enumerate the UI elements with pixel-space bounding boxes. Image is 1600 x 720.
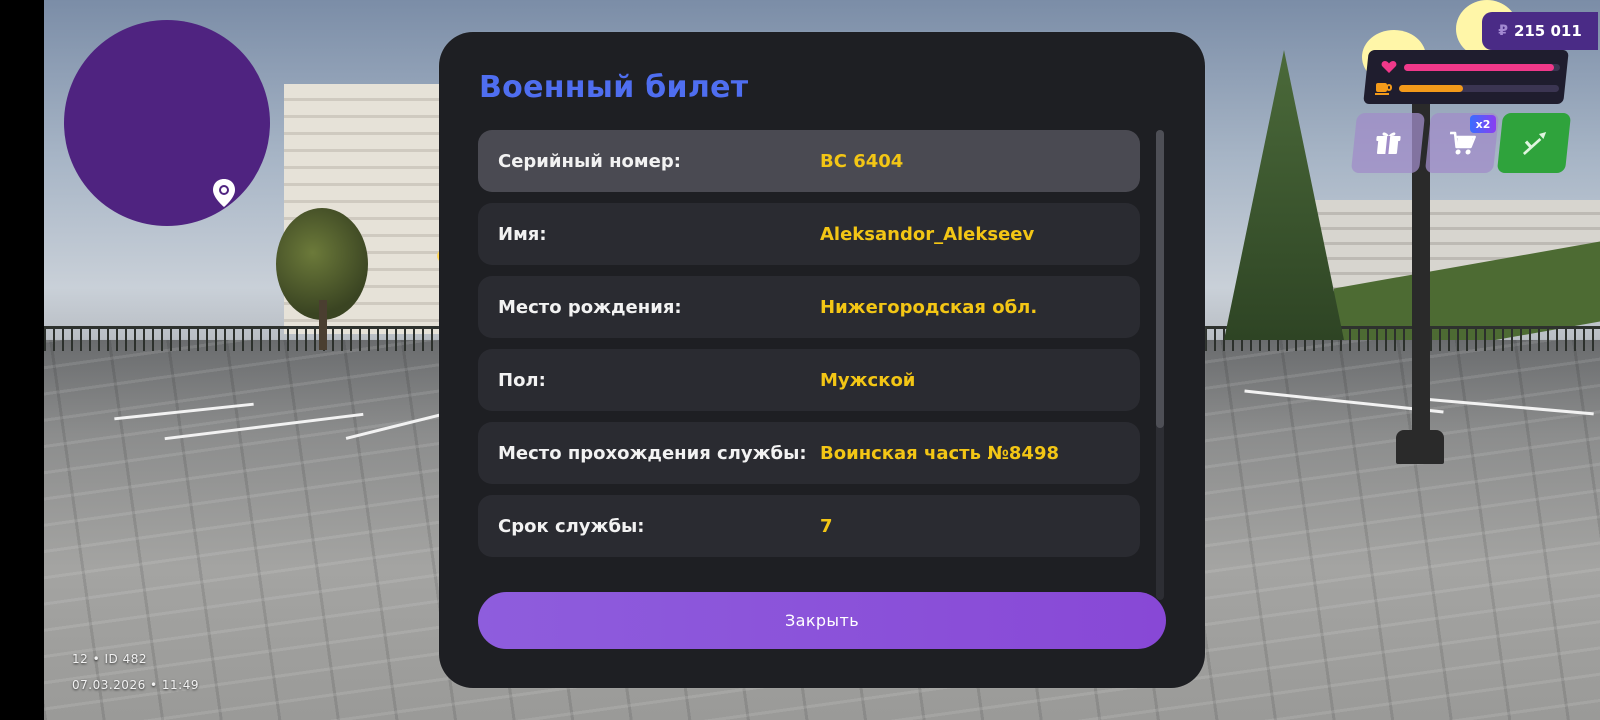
- date-time: 07.03.2026 • 11:49: [72, 678, 199, 692]
- hunger-fill: [1399, 85, 1463, 92]
- stats-panel: [1363, 50, 1569, 104]
- heart-icon: [1381, 61, 1397, 73]
- military-id-dialog: Военный билет Серийный номер: BC 6404 Им…: [439, 32, 1205, 688]
- row-value: Мужской: [820, 369, 916, 391]
- health-bar: [1404, 64, 1560, 71]
- tree-trunk: [319, 300, 327, 350]
- scrollbar-thumb[interactable]: [1156, 130, 1164, 428]
- info-row-service-term: Срок службы: 7: [478, 495, 1140, 557]
- info-row-birthplace: Место рождения: Нижегородская обл.: [478, 276, 1140, 338]
- gift-icon: [1376, 132, 1401, 154]
- row-label: Срок службы:: [498, 515, 645, 537]
- row-label: Место рождения:: [498, 296, 682, 318]
- row-label: Пол:: [498, 369, 546, 391]
- cart-icon: [1449, 131, 1476, 155]
- multiplier-badge: x2: [1470, 115, 1496, 133]
- row-label: Серийный номер:: [498, 150, 681, 172]
- weapon-button[interactable]: [1496, 113, 1572, 173]
- info-row-gender: Пол: Мужской: [478, 349, 1140, 411]
- ruble-icon: ₽: [1498, 23, 1508, 39]
- row-value: BC 6404: [820, 150, 904, 172]
- info-row-serial: Серийный номер: BC 6404: [478, 130, 1140, 192]
- gift-button[interactable]: [1350, 113, 1426, 173]
- money-display: ₽ 215 011: [1482, 12, 1598, 50]
- tree: [1224, 50, 1344, 340]
- weapon-icon: [1522, 132, 1547, 155]
- info-row-service-place: Место прохождения службы: Воинская часть…: [478, 422, 1140, 484]
- row-value: Воинская часть №8498: [820, 442, 1060, 464]
- row-label: Имя:: [498, 223, 547, 245]
- dialog-title: Военный билет: [479, 70, 749, 105]
- row-value: Aleksandor_Alekseev: [820, 223, 1035, 245]
- row-value: Нижегородская обл.: [820, 296, 1038, 318]
- cup-icon: [1375, 83, 1392, 95]
- money-amount: 215 011: [1513, 22, 1582, 40]
- server-info: 12 • ID 482: [72, 652, 147, 666]
- street-lamp-base: [1396, 430, 1444, 464]
- minimap[interactable]: [64, 20, 270, 226]
- info-row-name: Имя: Aleksandor_Alekseev: [478, 203, 1140, 265]
- info-list[interactable]: Серийный номер: BC 6404 Имя: Aleksandor_…: [478, 130, 1140, 592]
- close-button[interactable]: Закрыть: [478, 592, 1166, 649]
- row-value: 7: [820, 515, 833, 537]
- scrollbar[interactable]: [1156, 130, 1164, 600]
- hunger-bar: [1399, 85, 1559, 92]
- health-fill: [1404, 64, 1554, 71]
- row-label: Место прохождения службы:: [498, 442, 807, 464]
- location-pin-icon: [213, 179, 235, 207]
